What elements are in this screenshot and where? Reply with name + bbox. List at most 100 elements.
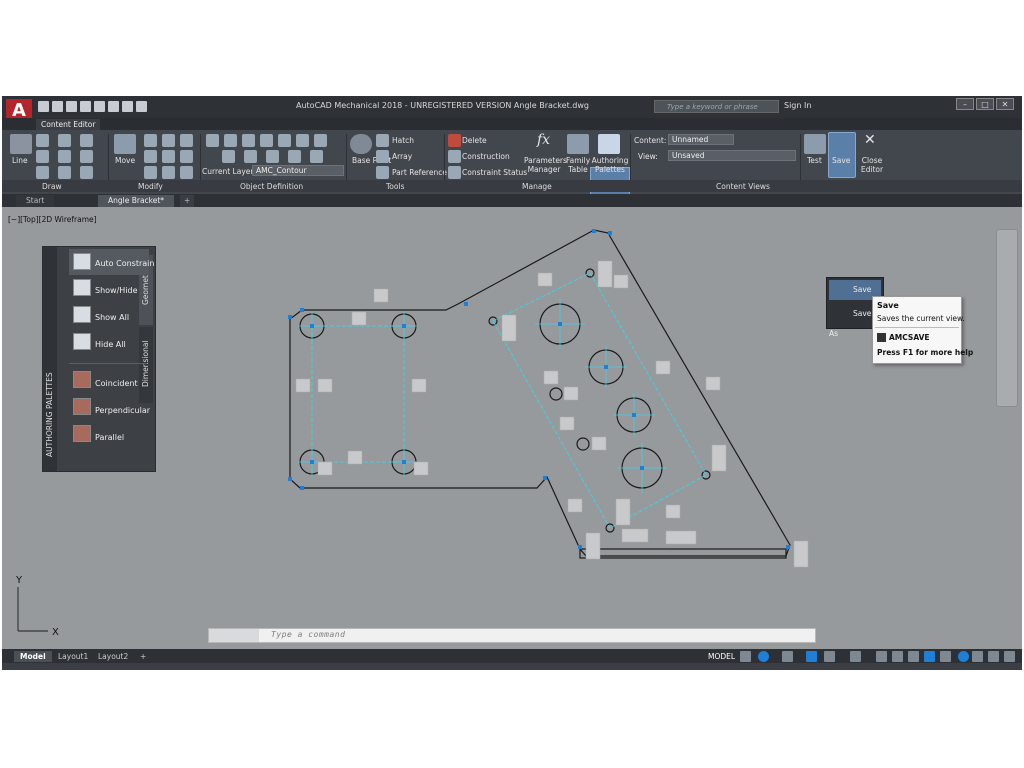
part-reference-button[interactable]: Part Reference <box>392 168 447 177</box>
settings-gear-icon[interactable] <box>850 651 861 662</box>
constraint-status-icon[interactable] <box>448 166 461 179</box>
mirror-icon[interactable] <box>180 134 193 147</box>
rectangle-icon[interactable] <box>58 134 71 147</box>
part-reference-icon[interactable] <box>376 166 389 179</box>
units-icon[interactable] <box>940 651 951 662</box>
add-layout-button[interactable]: + <box>134 651 152 662</box>
move-button[interactable]: Move <box>115 156 135 165</box>
array-icon[interactable] <box>376 150 389 163</box>
polar-icon[interactable] <box>806 651 817 662</box>
trim-icon[interactable] <box>180 150 193 163</box>
region-icon[interactable] <box>80 166 93 179</box>
delete-button[interactable]: Delete <box>462 136 487 145</box>
palette-item-coincident[interactable]: Coincident <box>95 379 138 388</box>
hatch-icon[interactable] <box>376 134 389 147</box>
palette-item-hide-all[interactable]: Hide All <box>95 340 126 349</box>
perpendicular-icon[interactable] <box>73 398 91 415</box>
object-linetype-icon[interactable] <box>266 150 279 163</box>
scale-icon[interactable] <box>162 150 175 163</box>
copy-icon[interactable] <box>144 134 157 147</box>
layer-iso-icon[interactable] <box>278 134 291 147</box>
palette-item-parallel[interactable]: Parallel <box>95 433 124 442</box>
offset-icon[interactable] <box>162 166 175 179</box>
object-color-icon[interactable] <box>244 150 257 163</box>
hatch-button[interactable]: Hatch <box>392 136 414 145</box>
rotate-icon[interactable] <box>162 134 175 147</box>
palette-item-show-hide[interactable]: Show/Hide <box>95 286 138 295</box>
close-button[interactable]: ✕ <box>996 98 1014 110</box>
palette-item-perpendicular[interactable]: Perpendicular <box>95 406 150 415</box>
search-input[interactable]: Type a keyword or phrase <box>654 100 779 113</box>
new-tab-button[interactable]: + <box>180 195 195 207</box>
array-button[interactable]: Array <box>392 152 412 161</box>
tab-model[interactable]: Model <box>14 651 52 662</box>
erase-icon[interactable] <box>180 166 193 179</box>
tab-angle-bracket[interactable]: Angle Bracket* <box>98 195 175 207</box>
test-icon[interactable] <box>804 134 826 154</box>
ortho-icon[interactable] <box>782 651 793 662</box>
object-lineweight-icon[interactable] <box>288 150 301 163</box>
polyline-icon[interactable] <box>36 134 49 147</box>
object-props-icon[interactable] <box>222 150 235 163</box>
minimize-button[interactable]: – <box>956 98 974 110</box>
construction-button[interactable]: Construction <box>462 152 510 161</box>
print-icon[interactable] <box>94 101 105 112</box>
new-icon[interactable] <box>38 101 49 112</box>
line-button[interactable]: Line <box>12 156 28 165</box>
object-plot-icon[interactable] <box>310 150 323 163</box>
parameters-manager-button[interactable]: Parameters Manager <box>524 156 567 174</box>
menu-icon[interactable] <box>1004 651 1015 662</box>
test-button[interactable]: Test <box>807 156 822 165</box>
stretch-icon[interactable] <box>144 150 157 163</box>
osnap-icon[interactable] <box>824 651 835 662</box>
family-table-icon[interactable] <box>567 134 589 154</box>
hatch-draw-icon[interactable] <box>58 166 71 179</box>
panel-modify[interactable]: Modify <box>138 182 163 191</box>
spline-icon[interactable] <box>80 150 93 163</box>
layer-off-icon[interactable] <box>260 134 273 147</box>
hardware-accel-icon[interactable] <box>958 651 969 662</box>
save-view-button[interactable] <box>828 132 856 178</box>
hide-all-icon[interactable] <box>73 333 91 350</box>
content-field[interactable]: Unnamed <box>668 134 734 145</box>
annotation-icon[interactable] <box>908 651 919 662</box>
family-table-button[interactable]: Family Table <box>566 156 590 174</box>
panel-draw[interactable]: Draw <box>42 182 62 191</box>
ellipse-icon[interactable] <box>58 150 71 163</box>
fillet-icon[interactable] <box>144 166 157 179</box>
tab-content-editor[interactable]: Content Editor <box>36 119 101 130</box>
show-all-icon[interactable] <box>73 306 91 323</box>
snap-icon[interactable] <box>758 651 769 662</box>
save-as-icon[interactable] <box>80 101 91 112</box>
point-icon[interactable] <box>36 166 49 179</box>
maximize-button[interactable]: □ <box>976 98 994 110</box>
show-hide-icon[interactable] <box>73 279 91 296</box>
layer-properties-icon[interactable] <box>206 134 219 147</box>
save-icon[interactable] <box>66 101 77 112</box>
tab-layout2[interactable]: Layout2 <box>92 651 134 662</box>
workspace-icon[interactable] <box>136 101 147 112</box>
tab-start[interactable]: Start <box>16 195 55 207</box>
sign-in-link[interactable]: Sign In <box>784 101 811 110</box>
close-editor-icon[interactable]: ✕ <box>864 132 876 148</box>
layer-freeze-icon[interactable] <box>224 134 237 147</box>
construction-icon[interactable] <box>448 150 461 163</box>
command-input[interactable]: Type a command <box>271 630 345 639</box>
undo-icon[interactable] <box>108 101 119 112</box>
model-space-toggle[interactable]: MODEL <box>702 651 741 662</box>
coincident-icon[interactable] <box>73 371 91 388</box>
current-layer-field[interactable]: AMC_Contour <box>252 165 344 176</box>
line-icon[interactable] <box>10 134 32 154</box>
parallel-icon[interactable] <box>73 425 91 442</box>
view-dropdown[interactable]: Unsaved <box>668 150 796 161</box>
arc-icon[interactable] <box>80 134 93 147</box>
constraint-status-button[interactable]: Constraint Status <box>462 168 527 177</box>
plus-icon[interactable] <box>876 651 887 662</box>
panel-object-definition[interactable]: Object Definition <box>240 182 303 191</box>
command-line[interactable]: Type a command <box>208 628 816 643</box>
layer-walk-icon[interactable] <box>314 134 327 147</box>
tab-layout1[interactable]: Layout1 <box>52 651 94 662</box>
move-icon[interactable] <box>114 134 136 154</box>
isolate-icon[interactable] <box>892 651 903 662</box>
open-icon[interactable] <box>52 101 63 112</box>
